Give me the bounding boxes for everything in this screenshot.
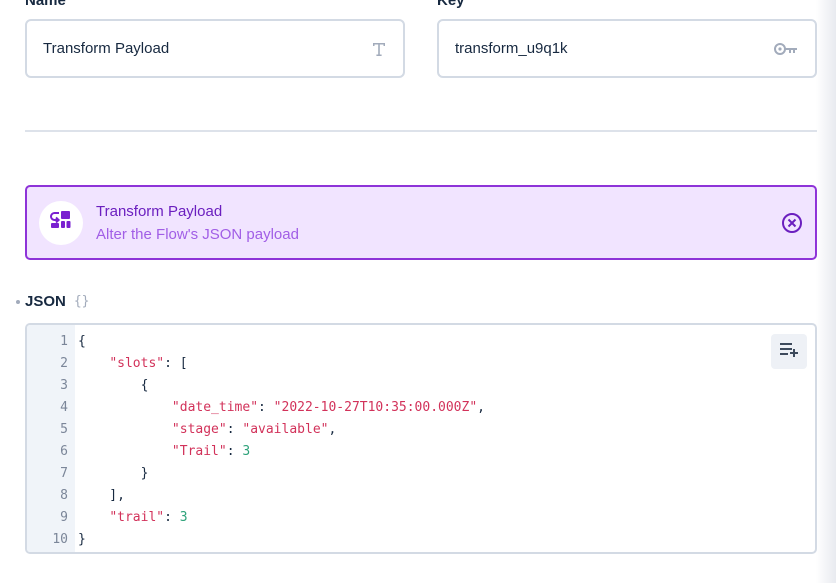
line-number: 7 (60, 465, 68, 481)
json-braces-icon: {} (73, 294, 90, 309)
close-circle-icon[interactable] (781, 212, 803, 234)
code-text: } (78, 532, 86, 547)
key-input-value: transform_u9q1k (455, 40, 568, 57)
line-number: 1 (60, 333, 68, 349)
code-line: 2 "slots": [ (27, 352, 815, 374)
code-string-token: "2022-10-27T10:35:00.000Z" (273, 399, 478, 415)
code-line: 8 ], (27, 484, 815, 506)
line-number: 9 (60, 509, 68, 525)
text-type-icon (371, 41, 387, 57)
transform-icon (50, 210, 72, 235)
code-punct-token (78, 356, 109, 371)
code-punct-token (78, 510, 109, 525)
code-line: 4 "date_time": "2022-10-27T10:35:00.000Z… (27, 396, 815, 418)
code-text: "stage": "available", (78, 422, 336, 437)
line-number: 3 (60, 377, 68, 393)
operation-card[interactable]: Transform Payload Alter the Flow's JSON … (25, 185, 817, 260)
code-punct-token (78, 444, 172, 459)
code-punct-token (78, 400, 172, 415)
code-punct-token: , (328, 421, 337, 437)
code-punct-token: : [ (164, 355, 188, 371)
page: Name Transform Payload Key transform_u9q… (0, 0, 836, 583)
code-text: "slots": [ (78, 355, 188, 371)
name-label: Name (25, 0, 66, 9)
code-text: "date_time": "2022-10-27T10:35:00.000Z", (78, 400, 485, 415)
code-string-token: "stage" (171, 421, 227, 437)
code-line: 3 { (27, 374, 815, 396)
operation-text: Transform Payload Alter the Flow's JSON … (96, 203, 299, 243)
code-punct-token: { (78, 333, 86, 349)
code-line: 6 "Trail": 3 (27, 440, 815, 462)
code-text: "trail": 3 (78, 509, 188, 525)
code-line: 1{ (27, 330, 815, 352)
code-text: "Trail": 3 (78, 444, 250, 459)
code-string-token: "trail" (109, 509, 165, 525)
code-line: 5 "stage": "available", (27, 418, 815, 440)
code-punct-token: } (78, 531, 86, 547)
line-number: 4 (60, 399, 68, 415)
key-label: Key (437, 0, 465, 9)
line-number: 2 (60, 355, 68, 371)
json-label: JSON (25, 293, 66, 310)
operation-title: Transform Payload (96, 202, 223, 220)
key-input[interactable]: transform_u9q1k (437, 19, 817, 78)
code-line: 10} (27, 528, 815, 550)
code-punct-token: : (258, 399, 274, 415)
code-number-token: 3 (242, 443, 251, 459)
code-punct-token: { (78, 377, 149, 393)
code-string-token: "available" (242, 421, 329, 437)
name-input[interactable]: Transform Payload (25, 19, 405, 78)
json-code-editor[interactable]: 1{2 "slots": [3 {4 "date_time": "2022-10… (25, 323, 817, 554)
operation-icon-badge (39, 200, 83, 245)
code-punct-token: : (226, 421, 243, 437)
code-line: 7 } (27, 462, 815, 484)
code-string-token: "slots" (109, 355, 165, 371)
code-text: { (78, 334, 86, 349)
code-line: 9 "trail": 3 (27, 506, 815, 528)
code-text: ], (78, 488, 125, 503)
code-punct-token: ], (78, 487, 125, 503)
name-input-value: Transform Payload (43, 40, 170, 57)
code-number-token: 3 (179, 509, 188, 525)
line-number: 6 (60, 443, 68, 459)
code-punct-token: : (164, 509, 180, 525)
format-button[interactable] (771, 334, 807, 369)
code-string-token: "Trail" (171, 443, 227, 459)
code-string-token: "date_time" (171, 399, 259, 415)
code-punct-token: : (226, 443, 243, 459)
code-punct-token (78, 422, 172, 437)
code-punct-token: , (477, 399, 485, 415)
side-panel-shadow (816, 0, 836, 583)
line-number: 5 (60, 421, 68, 437)
line-number: 8 (60, 487, 68, 503)
line-number: 10 (52, 531, 68, 547)
section-divider (25, 130, 817, 132)
code-text: { (78, 377, 149, 393)
required-dot (16, 299, 20, 304)
code-text: } (78, 465, 149, 481)
playlist-add-icon (779, 341, 799, 362)
operation-description: Alter the Flow's JSON payload (96, 225, 299, 243)
key-icon (773, 42, 799, 56)
json-label-row: JSON {} (16, 293, 90, 310)
code-punct-token: } (78, 465, 149, 481)
